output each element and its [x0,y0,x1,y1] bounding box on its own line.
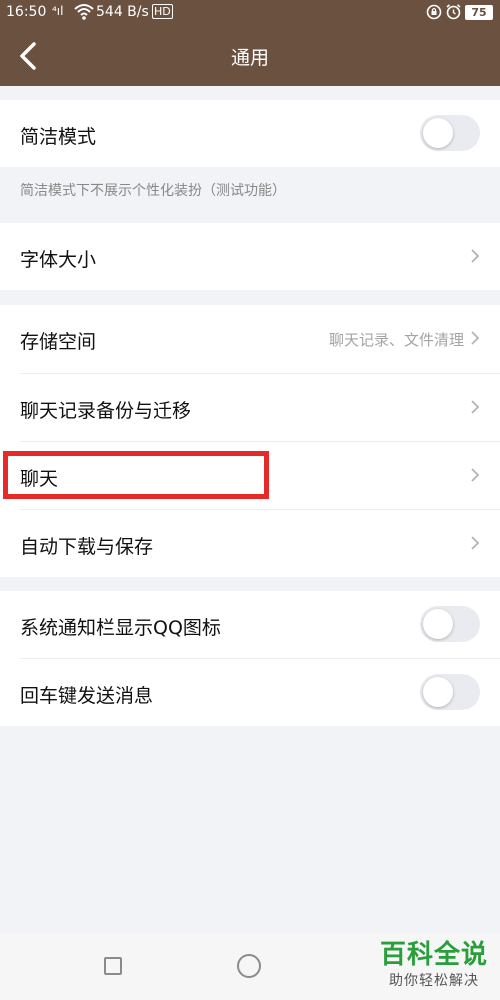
status-time: 16:50 [6,4,47,20]
alarm-icon [445,3,462,24]
home-button[interactable] [237,954,261,978]
font-size-row[interactable]: 字体大小 [0,223,500,290]
chevron-right-icon [471,536,480,550]
storage-group: 存储空间 聊天记录、文件清理 聊天记录备份与迁移 聊天 自动下载与保存 [0,305,500,577]
signal-icon: ⁴ıl [52,4,64,18]
simple-mode-row: 简洁模式 [0,100,500,167]
auto-download-label: 自动下载与保存 [20,536,154,558]
chevron-right-icon [471,468,480,482]
simple-mode-label: 简洁模式 [20,126,97,148]
watermark-logo: 百科全说 助你轻松解决 [372,938,496,998]
enter-send-row: 回车键发送消息 [0,659,500,726]
annotation-highlight-box [3,451,269,499]
notify-icon-row: 系统通知栏显示QQ图标 [0,591,500,658]
lock-rotation-icon [426,4,442,24]
backup-label: 聊天记录备份与迁移 [20,400,192,422]
notify-icon-toggle[interactable] [420,606,480,642]
auto-download-row[interactable]: 自动下载与保存 [0,510,500,577]
chevron-right-icon [471,400,480,414]
page-title: 通用 [230,47,269,69]
toggle-knob [423,118,453,148]
notify-icon-label: 系统通知栏显示QQ图标 [20,617,221,639]
storage-row[interactable]: 存储空间 聊天记录、文件清理 [0,305,500,373]
toggle-knob [423,677,453,707]
storage-label: 存储空间 [20,331,97,353]
simple-mode-hint: 简洁模式下不展示个性化装扮（测试功能） [20,183,286,199]
backup-row[interactable]: 聊天记录备份与迁移 [0,374,500,441]
hd-icon: HD [152,4,173,19]
enter-send-toggle[interactable] [420,674,480,710]
status-bar: 16:50 ⁴ıl 544 B/s HD 75 [0,0,500,26]
enter-send-label: 回车键发送消息 [20,685,154,707]
simple-mode-toggle[interactable] [420,115,480,151]
battery-indicator: 75 [465,5,493,20]
net-speed: 544 B/s [96,4,149,20]
wifi-icon [74,3,94,25]
recent-apps-button[interactable] [104,957,122,975]
watermark-main: 百科全说 [379,940,488,970]
toggle-knob [423,609,453,639]
watermark-sub: 助你轻松解决 [389,973,479,989]
font-size-label: 字体大小 [20,249,97,271]
nav-bar: 通用 [0,26,500,86]
toggles-group: 系统通知栏显示QQ图标 回车键发送消息 [0,591,500,726]
chevron-right-icon [471,249,480,263]
chevron-right-icon [471,331,480,345]
storage-detail: 聊天记录、文件清理 [328,331,464,349]
